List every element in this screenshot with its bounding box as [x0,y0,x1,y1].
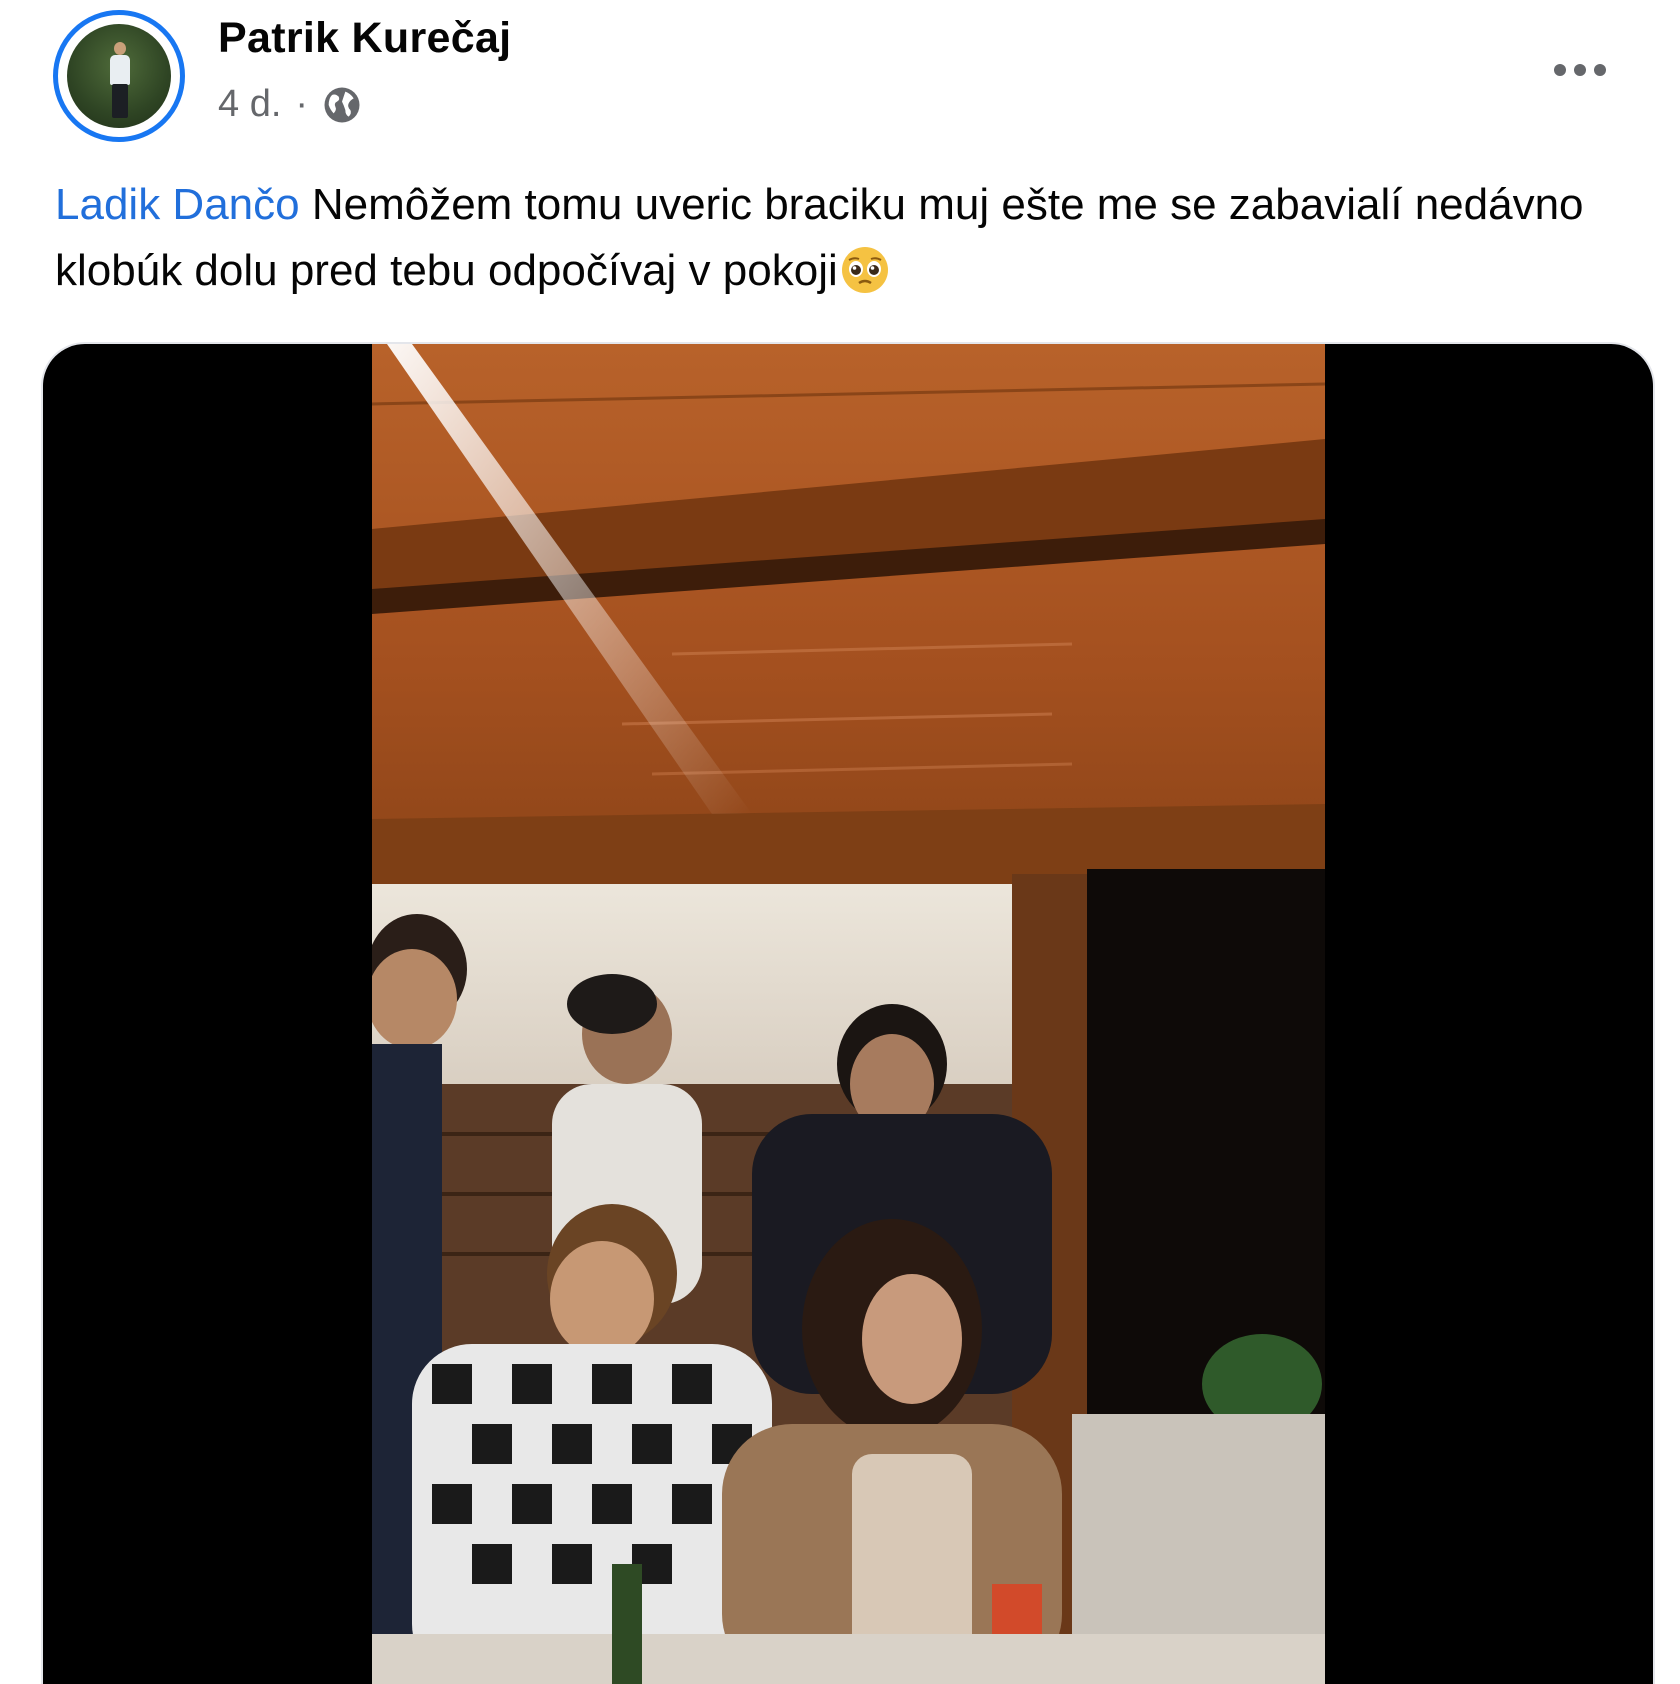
post-meta: 4 d. · [218,83,362,126]
avatar[interactable] [53,10,185,142]
video-player[interactable] [43,344,1653,1684]
avatar-photo [67,24,171,128]
post-caption: Ladik Dančo Nemôžem tomu uveric braciku … [55,172,1655,304]
meta-separator: · [295,83,309,125]
post-time[interactable]: 4 d. [218,83,281,126]
more-options-button[interactable] [1545,50,1615,90]
facebook-post: Patrik Kurečaj 4 d. · Ladik Dančo Nemôže… [0,0,1680,1684]
video-frame-image [372,344,1325,1684]
pleading-face-emoji [841,247,888,293]
globe-icon [324,87,360,122]
video-frame [372,344,1325,1684]
author-name[interactable]: Patrik Kurečaj [218,14,511,63]
mention-link[interactable]: Ladik Dančo [55,180,300,229]
more-horizontal-icon [1554,64,1606,76]
